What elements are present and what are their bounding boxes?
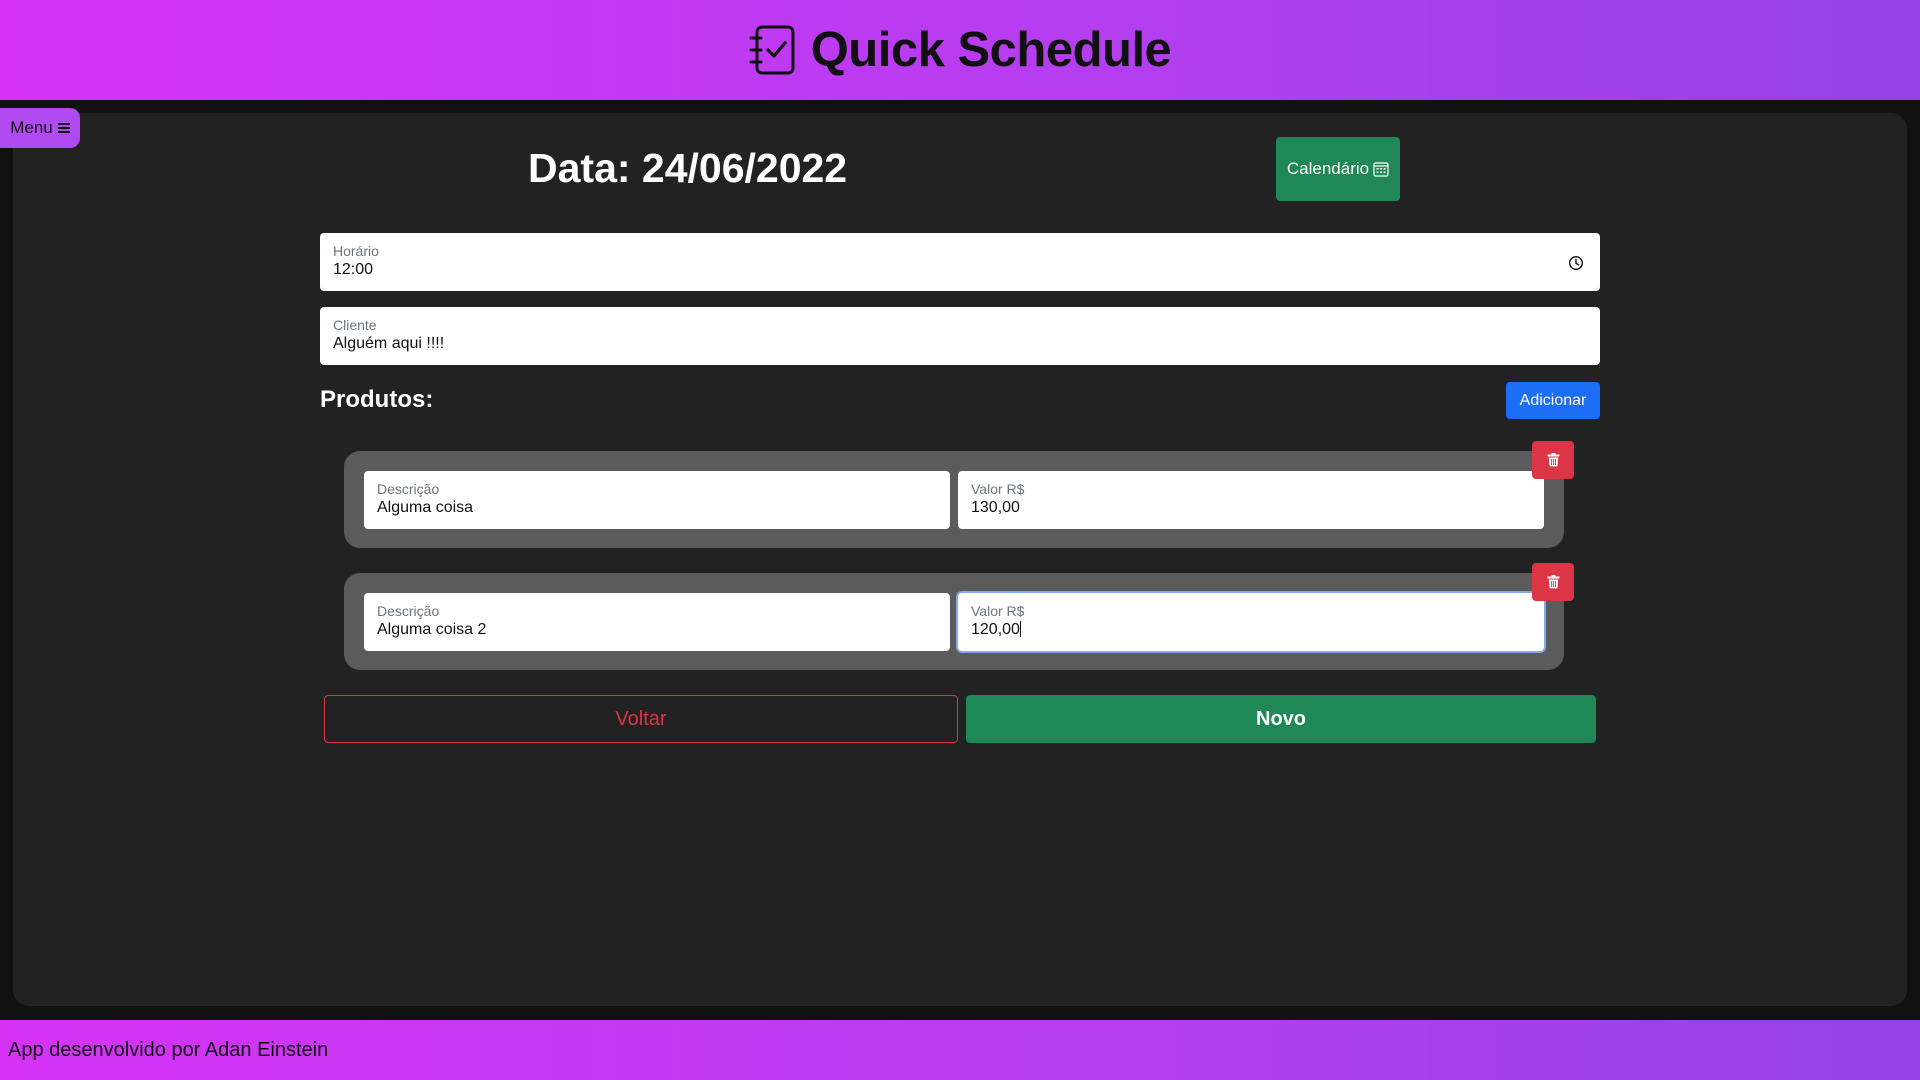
back-button[interactable]: Voltar xyxy=(324,695,958,743)
app-footer: App desenvolvido por Adan Einstein xyxy=(0,1020,1920,1080)
product-description-label: Descrição xyxy=(377,603,440,619)
new-button[interactable]: Novo xyxy=(966,695,1596,743)
product-price-field[interactable]: Valor R$ 130,00 xyxy=(958,471,1544,529)
app-header: Quick Schedule xyxy=(0,0,1920,100)
horario-value[interactable]: 12:00 xyxy=(333,261,373,279)
calendar-grid-icon xyxy=(1373,162,1389,177)
hamburger-icon xyxy=(57,123,70,133)
horario-label: Horário xyxy=(333,243,379,259)
product-price-label: Valor R$ xyxy=(971,481,1025,497)
product-price-value[interactable]: 130,00 xyxy=(971,499,1020,517)
product-description-value[interactable]: Alguma coisa 2 xyxy=(377,621,486,639)
cliente-label: Cliente xyxy=(333,317,377,333)
product-price-label: Valor R$ xyxy=(971,603,1025,619)
checklist-notebook-icon xyxy=(749,25,795,75)
product-price-value-wrap[interactable]: 120,00 xyxy=(971,621,1021,639)
produtos-title: Produtos: xyxy=(320,386,434,413)
text-caret xyxy=(1019,621,1021,637)
product-description-field[interactable]: Descrição Alguma coisa 2 xyxy=(364,593,950,651)
product-description-label: Descrição xyxy=(377,481,440,497)
footer-credit: App desenvolvido por Adan Einstein xyxy=(8,1038,329,1061)
delete-product-button[interactable] xyxy=(1532,441,1574,479)
add-product-button[interactable]: Adicionar xyxy=(1506,382,1600,419)
product-price-field[interactable]: Valor R$ 120,00 xyxy=(958,593,1544,651)
menu-label: Menu xyxy=(10,118,53,137)
trash-icon xyxy=(1547,575,1559,589)
product-description-field[interactable]: Descrição Alguma coisa xyxy=(364,471,950,529)
menu-button[interactable]: Menu xyxy=(0,108,80,148)
page-title: Data: 24/06/2022 xyxy=(528,145,848,191)
delete-product-button[interactable] xyxy=(1532,563,1574,601)
product-price-value[interactable]: 120,00 xyxy=(971,621,1020,638)
trash-icon xyxy=(1547,453,1559,467)
horario-field[interactable]: Horário 12:00 xyxy=(320,233,1600,291)
product-description-value[interactable]: Alguma coisa xyxy=(377,499,473,517)
cliente-field[interactable]: Cliente Alguém aqui !!!! xyxy=(320,307,1600,365)
calendar-button-label: Calendário xyxy=(1286,159,1370,178)
calendar-button[interactable]: Calendário xyxy=(1276,137,1400,201)
app-title: Quick Schedule xyxy=(810,23,1172,77)
clock-icon[interactable] xyxy=(1568,255,1584,271)
cliente-value[interactable]: Alguém aqui !!!! xyxy=(333,335,444,353)
